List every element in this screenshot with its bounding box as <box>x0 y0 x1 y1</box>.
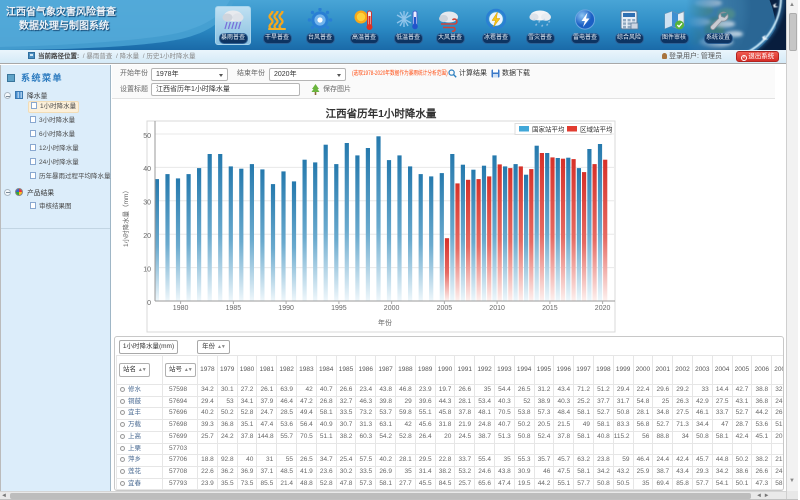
svg-text:1980: 1980 <box>173 305 189 312</box>
svg-text:1990: 1990 <box>278 305 294 312</box>
svg-text:2005: 2005 <box>437 305 453 312</box>
svg-text:年份: 年份 <box>378 318 392 327</box>
svg-text:30: 30 <box>143 200 151 207</box>
svg-text:1小时降水量（mm）: 1小时降水量（mm） <box>121 187 130 247</box>
svg-text:40: 40 <box>143 166 151 173</box>
svg-text:20: 20 <box>143 233 151 240</box>
svg-text:国家站平均: 国家站平均 <box>532 125 565 134</box>
svg-text:*: * <box>548 21 551 27</box>
svg-text:1995: 1995 <box>331 305 347 312</box>
svg-text:1985: 1985 <box>226 305 242 312</box>
svg-text:2010: 2010 <box>489 305 505 312</box>
svg-text:0: 0 <box>147 300 151 307</box>
svg-text:区域站平均: 区域站平均 <box>580 125 613 134</box>
svg-text:2000: 2000 <box>384 305 400 312</box>
svg-text:2015: 2015 <box>542 305 558 312</box>
svg-text:2020: 2020 <box>595 305 611 312</box>
svg-text:50: 50 <box>143 133 151 140</box>
svg-text:*: * <box>541 25 544 31</box>
svg-text:10: 10 <box>143 266 151 273</box>
